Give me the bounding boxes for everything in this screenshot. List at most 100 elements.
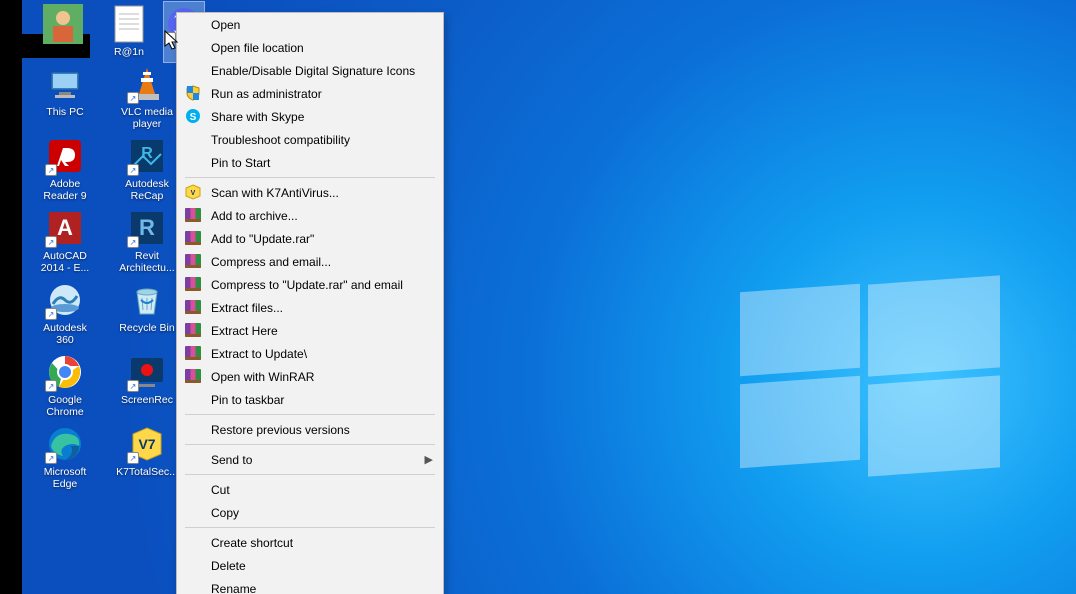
ctx-item-open[interactable]: Open [177, 13, 443, 36]
ctx-item-compress-to-update-rar-and-email[interactable]: Compress to "Update.rar" and email [177, 273, 443, 296]
desktop-icon-screenrec[interactable]: ↗ ScreenRec [116, 350, 178, 422]
ctx-separator [185, 177, 435, 178]
ctx-item-delete[interactable]: Delete [177, 554, 443, 577]
left-black-strip [0, 0, 22, 594]
desktop-icon-user[interactable] [32, 2, 94, 62]
winrar-icon [185, 368, 201, 384]
desktop-icon-rain[interactable]: R@1n [98, 2, 160, 62]
ctx-item-extract-to-update[interactable]: Extract to Update\ [177, 342, 443, 365]
shortcut-arrow-icon: ↗ [45, 380, 57, 392]
ctx-item-label: Add to "Update.rar" [211, 232, 314, 246]
desktop-icon-k7-total-security[interactable]: V7↗K7TotalSec... [116, 422, 178, 494]
ctx-item-add-to-archive[interactable]: Add to archive... [177, 204, 443, 227]
ctx-item-open-file-location[interactable]: Open file location [177, 36, 443, 59]
icon-label: Autodesk 360 [33, 322, 97, 346]
skype-icon: S [185, 108, 201, 124]
ctx-item-compress-and-email[interactable]: Compress and email... [177, 250, 443, 273]
svg-text:A: A [57, 215, 73, 240]
ctx-item-cut[interactable]: Cut [177, 478, 443, 501]
k7-icon: V [185, 184, 201, 200]
ctx-item-add-to-update-rar[interactable]: Add to "Update.rar" [177, 227, 443, 250]
ctx-item-label: Restore previous versions [211, 423, 350, 437]
ctx-item-pin-to-taskbar[interactable]: Pin to taskbar [177, 388, 443, 411]
this-pc-icon [45, 64, 85, 104]
ctx-item-share-with-skype[interactable]: S Share with Skype [177, 105, 443, 128]
ctx-item-label: Delete [211, 559, 246, 573]
ctx-item-pin-to-start[interactable]: Pin to Start [177, 151, 443, 174]
desktop-icon-this-pc[interactable]: This PC [34, 62, 96, 134]
icon-label: ScreenRec [115, 394, 179, 406]
shortcut-arrow-icon: ↗ [127, 92, 139, 104]
desktop-icon-recycle-bin[interactable]: Recycle Bin [116, 278, 178, 350]
ctx-item-open-with-winrar[interactable]: Open with WinRAR [177, 365, 443, 388]
icon-label: Microsoft Edge [33, 466, 97, 490]
ctx-separator [185, 444, 435, 445]
context-menu: Open Open file location Enable/Disable Dig… [176, 12, 444, 594]
icon-label: Recycle Bin [115, 322, 179, 334]
ctx-item-label: Pin to Start [211, 156, 270, 170]
ctx-item-restore-previous-versions[interactable]: Restore previous versions [177, 418, 443, 441]
winrar-icon [185, 322, 201, 338]
ctx-item-label: Open with WinRAR [211, 370, 314, 384]
ctx-item-troubleshoot-compatibility[interactable]: Troubleshoot compatibility [177, 128, 443, 151]
shortcut-arrow-icon: ↗ [127, 236, 139, 248]
shortcut-arrow-icon: ↗ [164, 32, 176, 44]
ctx-item-run-as-administrator[interactable]: Run as administrator [177, 82, 443, 105]
icon-label: Adobe Reader 9 [33, 178, 97, 202]
winrar-icon [185, 253, 201, 269]
desktop-icon-autodesk-360[interactable]: ↗ Autodesk 360 [34, 278, 96, 350]
ctx-item-label: Open file location [211, 41, 304, 55]
ctx-item-create-shortcut[interactable]: Create shortcut [177, 531, 443, 554]
ctx-item-label: Extract to Update\ [211, 347, 307, 361]
icon-label: VLC media player [115, 106, 179, 130]
chevron-right-icon: ▶ [425, 453, 433, 466]
winrar-icon [185, 299, 201, 315]
ctx-item-rename[interactable]: Rename [177, 577, 443, 594]
desktop-icon-grid: R@1n ↗ This PC↗VLC media player↗Adobe Re… [34, 2, 174, 494]
ctx-item-label: Compress to "Update.rar" and email [211, 278, 403, 292]
shortcut-arrow-icon: ↗ [127, 452, 139, 464]
winrar-icon [185, 345, 201, 361]
desktop-icon-microsoft-edge[interactable]: ↗Microsoft Edge [34, 422, 96, 494]
ctx-item-scan-with-k7antivirus[interactable]: VScan with K7AntiVirus... [177, 181, 443, 204]
desktop-icon-google-chrome[interactable]: ↗ Google Chrome [34, 350, 96, 422]
ctx-item-enable-disable-digital-signature-icons[interactable]: Enable/Disable Digital Signature Icons [177, 59, 443, 82]
ctx-separator [185, 414, 435, 415]
svg-text:R: R [139, 215, 155, 240]
desktop-icon-autocad-2014[interactable]: A↗AutoCAD 2014 - E... [34, 206, 96, 278]
ctx-item-send-to[interactable]: Send to ▶ [177, 448, 443, 471]
windows-logo-wallpaper [740, 280, 1000, 470]
shortcut-arrow-icon: ↗ [45, 236, 57, 248]
text-file-icon [109, 4, 149, 44]
ctx-item-label: Pin to taskbar [211, 393, 284, 407]
ctx-item-label: Compress and email... [211, 255, 331, 269]
winrar-icon [185, 207, 201, 223]
ctx-item-extract-files[interactable]: Extract files... [177, 296, 443, 319]
icon-label: Autodesk ReCap [115, 178, 179, 202]
desktop-icon-adobe-reader[interactable]: ↗Adobe Reader 9 [34, 134, 96, 206]
ctx-item-label: Extract Here [211, 324, 278, 338]
desktop-icon-vlc[interactable]: ↗ VLC media player [116, 62, 178, 134]
ctx-item-label: Create shortcut [211, 536, 293, 550]
winrar-icon [185, 276, 201, 292]
ctx-item-copy[interactable]: Copy [177, 501, 443, 524]
desktop-icon-autodesk-recap[interactable]: R↗Autodesk ReCap [116, 134, 178, 206]
ctx-item-label: Cut [211, 483, 230, 497]
ctx-item-extract-here[interactable]: Extract Here [177, 319, 443, 342]
desktop-icon-revit-architecture[interactable]: R↗Revit Architectu... [116, 206, 178, 278]
ctx-item-label: Copy [211, 506, 239, 520]
ctx-separator [185, 527, 435, 528]
shortcut-arrow-icon: ↗ [127, 164, 139, 176]
ctx-item-label: Extract files... [211, 301, 283, 315]
ctx-item-label: Share with Skype [211, 110, 304, 124]
icon-label: Google Chrome [33, 394, 97, 418]
winrar-icon [185, 230, 201, 246]
shortcut-arrow-icon: ↗ [45, 308, 57, 320]
ctx-item-label: Run as administrator [211, 87, 322, 101]
ctx-separator [185, 474, 435, 475]
ctx-item-label: Add to archive... [211, 209, 298, 223]
shortcut-arrow-icon: ↗ [127, 380, 139, 392]
ctx-item-label: Send to [211, 453, 252, 467]
icon-label: This PC [33, 106, 97, 118]
icon-label: K7TotalSec... [115, 466, 179, 478]
